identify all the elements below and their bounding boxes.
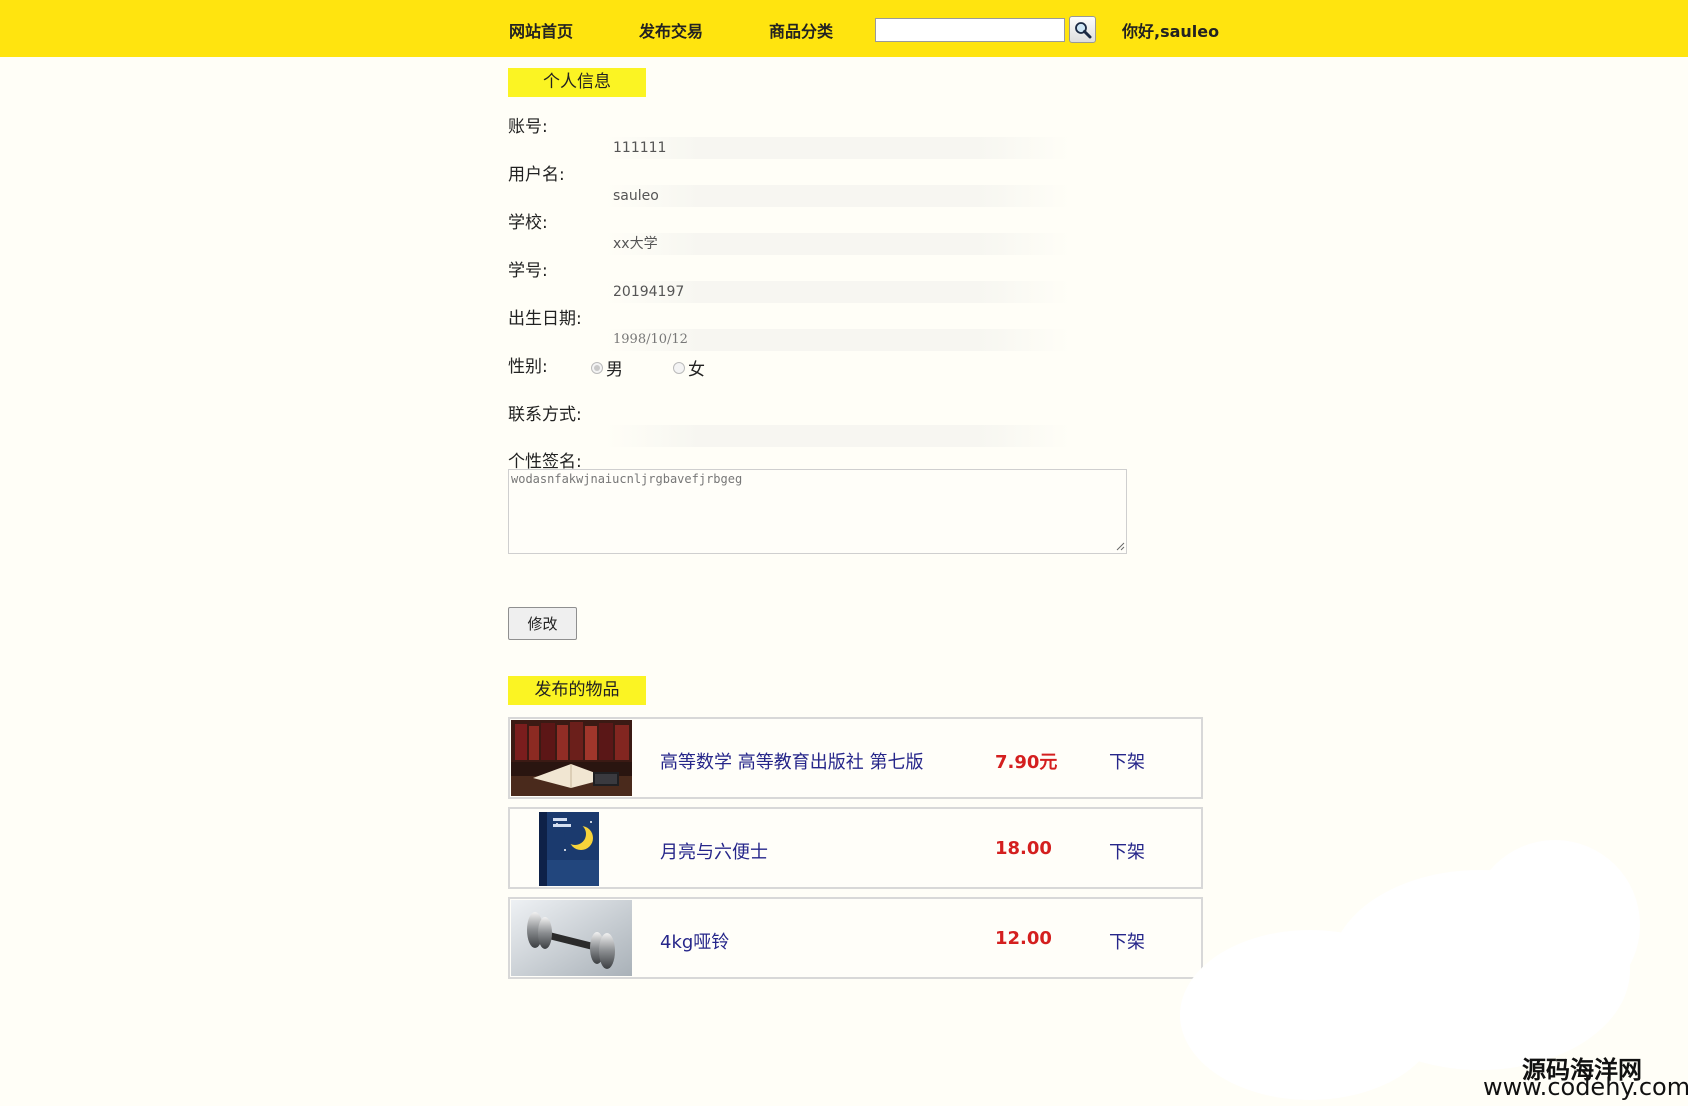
birthdate-field[interactable]: 1998/10/12 — [605, 329, 1071, 351]
item-price: 18.00 — [995, 838, 1052, 859]
published-section-title: 发布的物品 — [508, 676, 646, 705]
student-id-field[interactable]: 20194197 — [605, 281, 1071, 303]
user-greeting: 你好,sauleo — [1122, 22, 1220, 41]
published-item-row: 月亮与六便士 18.00 下架 — [508, 807, 1203, 889]
nav-category-link[interactable]: 商品分类 — [769, 18, 833, 42]
student-id-label: 学号: — [508, 261, 548, 281]
gender-radio-male[interactable]: 男 — [591, 355, 623, 380]
resize-grip-icon[interactable] — [1115, 541, 1125, 551]
account-field[interactable]: 111111 — [605, 137, 1071, 159]
search-button[interactable] — [1069, 16, 1096, 43]
gender-female-label: 女 — [688, 360, 705, 380]
unlist-item-button[interactable]: 下架 — [1109, 748, 1145, 774]
contact-label: 联系方式: — [508, 405, 582, 425]
watermark-site-url: www.codehy.com — [1483, 1073, 1688, 1101]
item-price: 7.90元 — [995, 752, 1058, 773]
dumbbell-image[interactable] — [511, 900, 632, 976]
unlist-item-button[interactable]: 下架 — [1109, 928, 1145, 954]
radio-selected-icon — [591, 361, 603, 374]
item-title-link[interactable]: 高等数学 高等教育出版社 第七版 — [660, 748, 923, 774]
books-image[interactable] — [511, 720, 632, 796]
search-icon — [1075, 22, 1092, 39]
username-field[interactable]: sauleo — [605, 185, 1071, 207]
search-input[interactable] — [875, 18, 1065, 42]
item-title-link[interactable]: 4kg哑铃 — [660, 928, 729, 954]
radio-unselected-icon — [673, 361, 685, 374]
book-cover-image[interactable] — [511, 810, 632, 886]
school-field[interactable]: xx大学 — [605, 233, 1071, 255]
decorative-cloud-shape — [1470, 840, 1640, 1010]
birthdate-label: 出生日期: — [508, 309, 582, 329]
signature-textarea[interactable]: wodasnfakwjnaiucnljrgbavefjrbgeg — [508, 469, 1127, 554]
item-title-link[interactable]: 月亮与六便士 — [660, 838, 768, 864]
nav-publish-link[interactable]: 发布交易 — [639, 18, 703, 42]
item-price: 12.00 — [995, 928, 1052, 949]
unlist-item-button[interactable]: 下架 — [1109, 838, 1145, 864]
contact-field[interactable] — [605, 425, 1071, 447]
gender-label: 性别: — [508, 357, 548, 377]
gender-male-label: 男 — [606, 360, 623, 380]
gender-radio-female[interactable]: 女 — [673, 355, 705, 380]
published-item-row: 高等数学 高等教育出版社 第七版 7.90元 下架 — [508, 717, 1203, 799]
profile-section-title: 个人信息 — [508, 68, 646, 97]
username-label: 用户名: — [508, 165, 565, 185]
top-nav-bar: 网站首页 发布交易 商品分类 你好,sauleo — [0, 0, 1688, 57]
school-label: 学校: — [508, 213, 548, 233]
nav-home-link[interactable]: 网站首页 — [509, 18, 573, 42]
edit-profile-button[interactable]: 修改 — [508, 607, 577, 640]
decorative-cloud-shape — [1180, 930, 1440, 1100]
published-item-row: 4kg哑铃 12.00 下架 — [508, 897, 1203, 979]
account-label: 账号: — [508, 117, 548, 137]
